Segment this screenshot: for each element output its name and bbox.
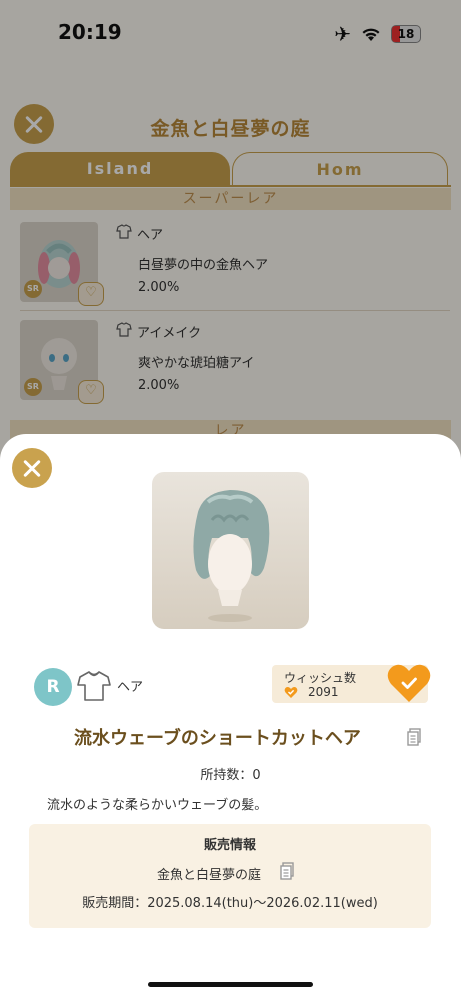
shirt-icon [77,671,111,701]
item-description: 流水のような柔らかいウェーブの髪。 [47,798,268,813]
document-icon[interactable] [280,862,294,880]
item-detail-sheet: R ヘア ウィッシュ数 2091 流水ウェーブのショートカットヘア 所持数：0 … [0,434,461,1000]
item-title: 流水ウェーブのショートカットヘア [74,728,361,749]
wave-shortcut-hair-image [193,490,270,622]
owned-count: 所持数：0 [200,768,261,783]
sales-info-heading: 販売情報 [203,838,256,853]
close-button[interactable] [12,448,52,488]
sales-info-box: 販売情報 金魚と白昼夢の庭 販売期間：2025.08.14(thu)〜2026.… [29,824,431,928]
sales-shop-name: 金魚と白昼夢の庭 [157,868,262,883]
document-icon[interactable] [407,728,421,746]
item-preview-image [152,472,309,629]
wishlist-heart-icon [284,687,298,698]
rarity-badge: R [34,668,72,706]
item-category: ヘア [117,680,144,695]
wishlist-count: 2091 [308,685,339,699]
sales-period: 販売期間：2025.08.14(thu)〜2026.02.11(wed) [82,896,378,911]
home-indicator[interactable] [148,982,313,987]
wishlist-toggle-heart-icon[interactable] [386,662,432,704]
wishlist-label: ウィッシュ数 [284,671,357,685]
